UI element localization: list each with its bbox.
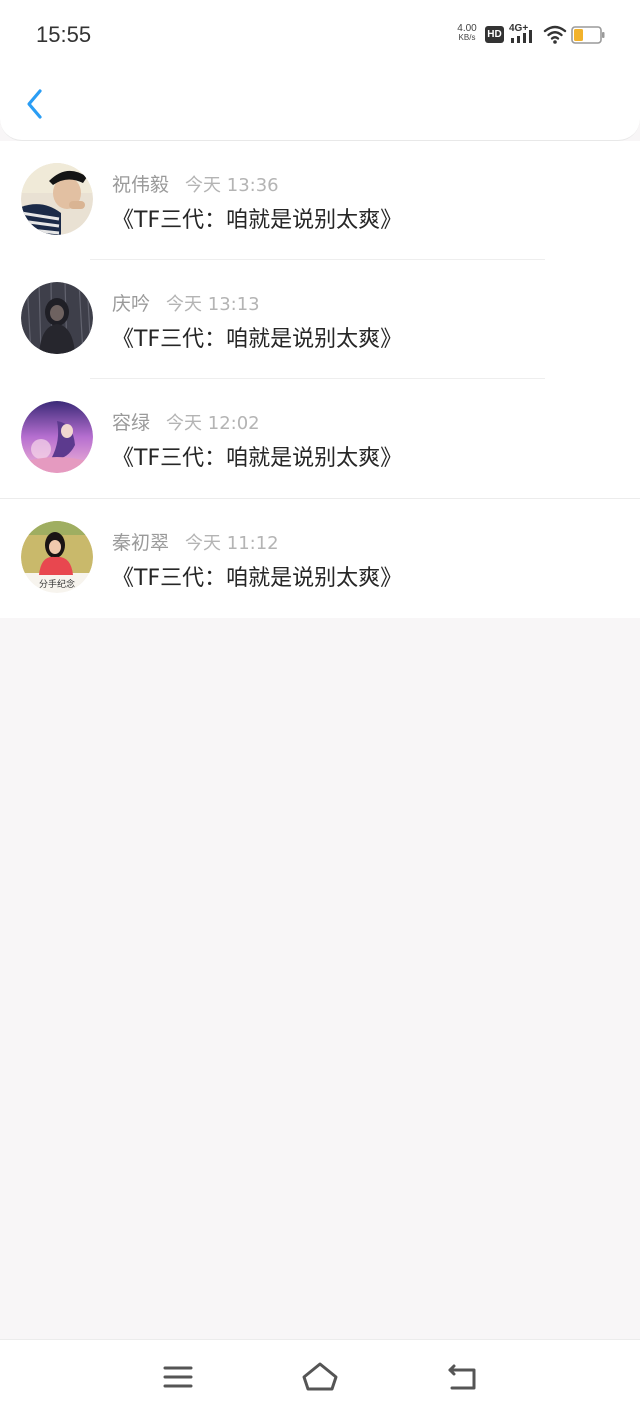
back-button[interactable] (20, 84, 52, 124)
avatar-caption: 分手纪念 (39, 578, 75, 590)
hd-badge: HD (485, 26, 504, 43)
network-speed-unit: KB/s (458, 33, 476, 42)
comment-item[interactable]: 容绿 今天 12:02 《TF三代：咱就是说别太爽》 (0, 379, 640, 499)
avatar-image (21, 282, 93, 354)
comment-text: 《TF三代：咱就是说别太爽》 (112, 327, 403, 352)
comment-time: 今天 12:02 (166, 413, 260, 434)
commenter-name: 庆吟 今天 13:13 (112, 289, 260, 316)
menu-icon (163, 1366, 193, 1388)
commenter-name-text: 庆吟 (112, 293, 151, 315)
comment-list: 祝伟毅 今天 13:36 《TF三代：咱就是说别太爽》 庆吟 今天 13:13 《T… (0, 141, 640, 618)
back-nav-button[interactable] (440, 1360, 484, 1396)
comment-text: 《TF三代：咱就是说别太爽》 (112, 208, 403, 233)
commenter-name: 祝伟毅 今天 13:36 (112, 170, 279, 197)
system-nav-bar (0, 1339, 640, 1416)
wifi-icon (543, 25, 567, 44)
network-speed: 4.00 KB/s (453, 23, 481, 43)
commenter-name: 容绿 今天 12:02 (112, 408, 260, 435)
chevron-left-icon (27, 89, 42, 119)
commenter-name: 秦初翠 今天 11:12 (112, 528, 279, 555)
comment-time: 今天 13:36 (185, 175, 279, 196)
avatar[interactable] (21, 401, 93, 473)
commenter-name-text: 祝伟毅 (112, 174, 170, 196)
comment-time: 今天 13:13 (166, 294, 260, 315)
avatar[interactable] (21, 282, 93, 354)
network-speed-value: 4.00 (457, 23, 477, 34)
comment-item[interactable]: 庆吟 今天 13:13 《TF三代：咱就是说别太爽》 (0, 260, 640, 379)
home-button[interactable] (298, 1360, 342, 1396)
top-bar: 15:55 4.00 KB/s HD 4G+ (0, 0, 640, 141)
back-arrow-icon (448, 1364, 476, 1390)
status-time: 15:55 (36, 22, 92, 47)
commenter-name-text: 容绿 (112, 412, 151, 434)
avatar[interactable]: 分手纪念 (21, 521, 93, 593)
comment-item[interactable]: 分手纪念 秦初翠 今天 11:12 《TF三代：咱就是说别太爽》 (0, 499, 640, 618)
battery-icon (571, 26, 605, 44)
avatar-image (21, 163, 93, 235)
network-type-label: 4G+ (509, 23, 528, 34)
commenter-name-text: 秦初翠 (112, 532, 170, 554)
home-icon (302, 1362, 338, 1391)
avatar[interactable] (21, 163, 93, 235)
status-bar: 15:55 4.00 KB/s HD 4G+ (0, 0, 640, 70)
comment-item[interactable]: 祝伟毅 今天 13:36 《TF三代：咱就是说别太爽》 (0, 141, 640, 260)
comment-text: 《TF三代：咱就是说别太爽》 (112, 566, 403, 591)
comment-text: 《TF三代：咱就是说别太爽》 (112, 446, 403, 471)
avatar-image (21, 401, 93, 473)
menu-button[interactable] (156, 1360, 200, 1396)
avatar-image: 分手纪念 (21, 521, 93, 593)
signal-icon: 4G+ (509, 23, 532, 43)
comment-time: 今天 11:12 (185, 533, 279, 554)
